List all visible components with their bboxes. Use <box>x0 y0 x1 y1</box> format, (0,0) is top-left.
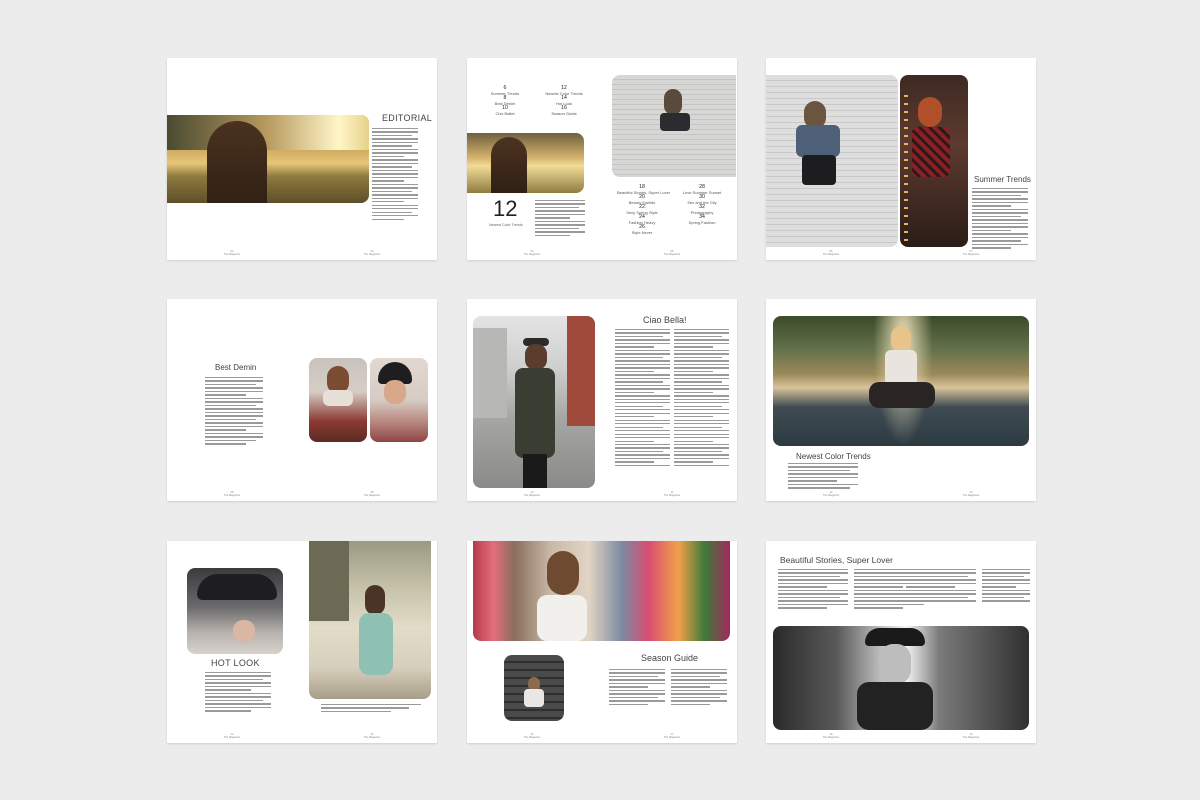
bw-portrait-photo <box>773 626 1029 730</box>
spread-hot-look[interactable]: HOT LOOK 14 The Magazine 15 The Magazine <box>167 541 437 743</box>
spread-ciao-bella[interactable]: Ciao Bella! 10 The Magazine 11 The Magazin… <box>467 299 737 501</box>
scarf-girl-photo <box>309 358 367 442</box>
jumping-denim-photo <box>766 75 898 247</box>
body-text <box>788 463 858 491</box>
folio-right: 15 The Magazine <box>363 733 381 739</box>
folio-right: 07 The Magazine <box>962 250 980 256</box>
toc-top-left: 6 Summer Trends 8 Best Denim 10 Chic Ballet <box>490 85 520 116</box>
heading-best-demin: Best Demin <box>215 363 257 372</box>
body-text-right <box>671 669 727 707</box>
folio-right: 05 The Magazine <box>663 250 681 256</box>
heading-newest-color-trends: Newest Color Trends <box>796 452 871 461</box>
heading-season-guide: Season Guide <box>641 653 699 663</box>
folio-right: 13 The Magazine <box>962 491 980 497</box>
body-text-col1 <box>778 569 848 611</box>
heading-hot-look: HOT LOOK <box>211 658 260 668</box>
body-text <box>372 128 418 222</box>
street-fashion-photo <box>473 316 595 488</box>
feature-caption: Newest Color Trends <box>489 223 523 227</box>
folio-right: 09 The Magazine <box>363 491 381 497</box>
beanie-girl-photo <box>370 358 428 442</box>
spread-summer-trends[interactable]: Summer Trends 06 The Magazine 07 The Magaz… <box>766 58 1036 260</box>
folio-left: 12 The Magazine <box>822 491 840 497</box>
jumping-girl-photo <box>612 75 736 177</box>
body-text <box>205 377 263 447</box>
red-plaid-girl-photo <box>900 75 968 247</box>
field-photo-small <box>467 133 584 193</box>
black-hat-photo <box>187 568 283 654</box>
spread-season-guide[interactable]: Season Guide 16 The Magazine 17 The Magazi… <box>467 541 737 743</box>
lakeside-sunset-photo <box>773 316 1029 446</box>
body-text-left <box>615 329 670 468</box>
street-girl-photo <box>309 541 431 699</box>
folio-right: 17 The Magazine <box>663 733 681 739</box>
body-text <box>205 672 271 714</box>
body-text-right <box>674 329 729 468</box>
spread-best-demin[interactable]: Best Demin 08 The Magazine 09 The Magazine <box>167 299 437 501</box>
folio-left: 06 The Magazine <box>822 250 840 256</box>
clothing-rack-photo <box>473 541 730 641</box>
folio-right: 11 The Magazine <box>663 491 681 497</box>
heading-summer-trends: Summer Trends <box>974 175 1031 184</box>
folio-left: 18 The Magazine <box>822 733 840 739</box>
spread-contents[interactable]: 6 Summer Trends 8 Best Denim 10 Chic Ballet… <box>467 58 737 260</box>
body-text-left <box>609 669 665 707</box>
stairs-girl-photo <box>504 655 564 721</box>
toc-bottom-left: 18 Beautiful Stories, Super Lover 20 Beaut… <box>617 184 671 235</box>
heading-editorial: EDITORIAL <box>382 113 433 123</box>
heading-ciao-bella: Ciao Bella! <box>643 315 687 325</box>
spread-beautiful-stories[interactable]: Beautiful Stories, Super Lover 18 The Mag… <box>766 541 1036 743</box>
caption-text <box>321 704 421 714</box>
folio-left: 16 The Magazine <box>523 733 541 739</box>
folio-left: 08 The Magazine <box>223 491 241 497</box>
body-text-col3 <box>906 569 976 604</box>
folio-left: 14 The Magazine <box>223 733 241 739</box>
spread-editorial[interactable]: EDITORIAL 02 The Magazine 03 The Magazine <box>167 58 437 260</box>
folio-left: 10 The Magazine <box>523 491 541 497</box>
feature-number: 12 <box>493 196 518 221</box>
sunset-field-photo <box>167 115 369 203</box>
spread-newest-color-trends[interactable]: Newest Color Trends 12 The Magazine 13 The… <box>766 299 1036 501</box>
body-text-col4 <box>982 569 1030 604</box>
body-text <box>972 188 1028 251</box>
heading-beautiful-stories: Beautiful Stories, Super Lover <box>780 555 893 565</box>
folio-left: 04 The Magazine <box>523 250 541 256</box>
toc-bottom-right: 28 Love Summer Sunset 30 Sex and the City … <box>682 184 722 225</box>
folio-right: 19 The Magazine <box>962 733 980 739</box>
folio-right: 03 The Magazine <box>363 250 381 256</box>
toc-top-right: 12 Newest Color Trends 14 Hot Look 16 Seaso… <box>545 85 583 116</box>
folio-left: 02 The Magazine <box>223 250 241 256</box>
contents-intro-text <box>535 200 585 238</box>
